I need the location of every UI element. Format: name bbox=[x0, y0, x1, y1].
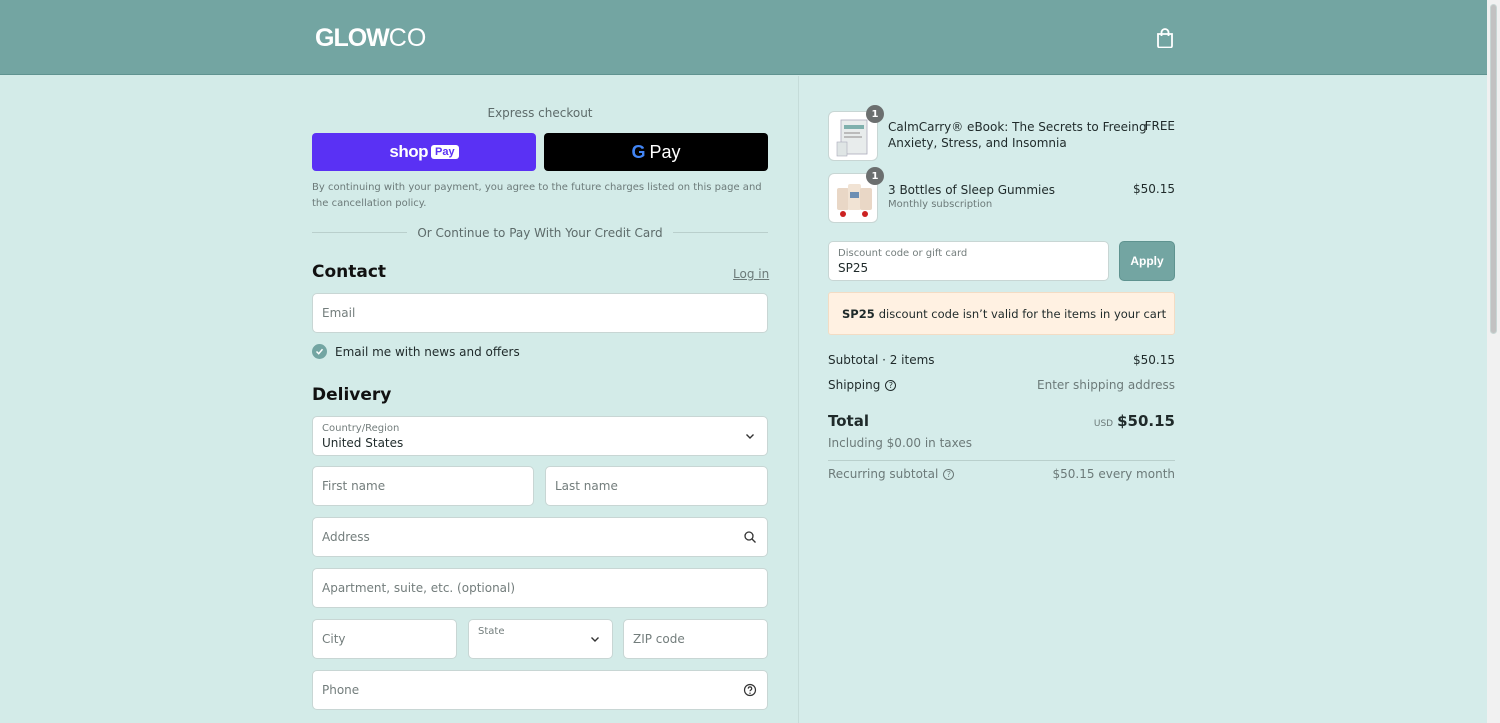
cart-item-gummies: 1 3 Bottles of Sleep Gummies Monthly sub… bbox=[828, 167, 1175, 225]
express-checkout-label: Express checkout bbox=[487, 106, 593, 120]
logo-thin-text: CO bbox=[388, 24, 427, 52]
help-circle-icon[interactable]: ? bbox=[885, 380, 897, 391]
last-name-placeholder: Last name bbox=[555, 479, 618, 493]
item-subtitle: Monthly subscription bbox=[888, 199, 993, 210]
newsletter-checkbox-row[interactable]: Email me with news and offers bbox=[312, 344, 520, 359]
item-name: 3 Bottles of Sleep Gummies bbox=[888, 183, 1055, 197]
first-name-placeholder: First name bbox=[322, 479, 386, 493]
item-price: FREE bbox=[1144, 119, 1175, 133]
quantity-badge: 1 bbox=[866, 167, 884, 185]
last-name-field[interactable]: Last name bbox=[545, 466, 768, 506]
discount-value: SP25 bbox=[838, 261, 869, 275]
page-scrollbar[interactable] bbox=[1487, 0, 1500, 723]
recurring-row: Recurring subtotal? $50.15 every month bbox=[828, 467, 1175, 481]
email-field[interactable]: Email bbox=[312, 293, 768, 333]
discount-label: Discount code or gift card bbox=[838, 248, 968, 259]
city-placeholder: City bbox=[322, 632, 346, 646]
shop-pay-badge: Pay bbox=[431, 145, 459, 159]
error-code: SP25 bbox=[842, 306, 875, 321]
address-field[interactable]: Address bbox=[312, 517, 768, 557]
total-amount-group: USD $50.15 bbox=[1094, 412, 1175, 430]
logo-bold-text: GLOW bbox=[315, 24, 390, 52]
payment-terms-text: By continuing with your payment, you agr… bbox=[312, 182, 762, 209]
address-placeholder: Address bbox=[322, 530, 370, 544]
help-circle-icon[interactable] bbox=[743, 683, 757, 697]
quantity-badge: 1 bbox=[866, 105, 884, 123]
newsletter-checkbox[interactable] bbox=[312, 344, 327, 359]
total-value: $50.15 bbox=[1117, 412, 1175, 430]
subtotal-value: $50.15 bbox=[1133, 353, 1175, 367]
google-g-icon: G bbox=[631, 141, 646, 162]
total-label: Total bbox=[828, 412, 869, 430]
apply-discount-button[interactable]: Apply bbox=[1119, 241, 1175, 281]
help-circle-icon[interactable]: ? bbox=[943, 469, 955, 480]
site-header: GLOWCO bbox=[0, 0, 1487, 75]
country-value: United States bbox=[322, 436, 404, 450]
google-pay-text: Pay bbox=[649, 141, 681, 162]
chevron-down-icon bbox=[746, 434, 754, 439]
subtotal-label: Subtotal · 2 items bbox=[828, 353, 935, 367]
phone-field[interactable]: Phone bbox=[312, 670, 768, 710]
country-label: Country/Region bbox=[322, 423, 400, 434]
contact-heading: Contact bbox=[312, 262, 387, 282]
apartment-placeholder: Apartment, suite, etc. (optional) bbox=[322, 581, 516, 595]
shopping-bag-icon[interactable] bbox=[1156, 28, 1174, 48]
zip-field[interactable]: ZIP code bbox=[623, 619, 768, 659]
discount-code-field[interactable]: Discount code or gift card SP25 bbox=[828, 241, 1109, 281]
scrollbar-thumb[interactable] bbox=[1490, 4, 1497, 334]
summary-divider bbox=[828, 460, 1175, 461]
checkmark-icon bbox=[315, 348, 324, 355]
shipping-value: Enter shipping address bbox=[1037, 378, 1175, 392]
discount-error-message: SP25 discount code isn’t valid for the i… bbox=[828, 292, 1175, 335]
login-link[interactable]: Log in bbox=[733, 267, 769, 281]
city-field[interactable]: City bbox=[312, 619, 457, 659]
item-name-line2: Anxiety, Stress, and Insomnia bbox=[888, 136, 1067, 150]
taxes-note: Including $0.00 in taxes bbox=[828, 436, 973, 450]
divider-label: Or Continue to Pay With Your Credit Card bbox=[407, 226, 673, 240]
item-name-line1: CalmCarry® eBook: The Secrets to Freeing bbox=[888, 120, 1147, 134]
subtotal-row: Subtotal · 2 items $50.15 bbox=[828, 353, 1175, 367]
first-name-field[interactable]: First name bbox=[312, 466, 534, 506]
email-placeholder: Email bbox=[322, 306, 356, 320]
cart-item-ebook: 1 CalmCarry® eBook: The Secrets to Freei… bbox=[828, 105, 1175, 163]
chevron-down-icon bbox=[591, 637, 599, 642]
currency-code: USD bbox=[1093, 419, 1114, 429]
state-select[interactable]: State bbox=[468, 619, 613, 659]
shipping-label: Shipping bbox=[828, 378, 881, 392]
zip-placeholder: ZIP code bbox=[633, 632, 685, 646]
apartment-field[interactable]: Apartment, suite, etc. (optional) bbox=[312, 568, 768, 608]
recurring-label: Recurring subtotal bbox=[828, 467, 939, 481]
total-row: Total USD $50.15 bbox=[828, 412, 1175, 432]
state-label: State bbox=[478, 626, 505, 637]
google-pay-button[interactable]: G Pay bbox=[544, 133, 768, 171]
credit-card-divider: Or Continue to Pay With Your Credit Card bbox=[312, 226, 768, 240]
shop-pay-logo-text: shop bbox=[389, 142, 429, 161]
delivery-heading: Delivery bbox=[312, 385, 392, 405]
error-text: discount code isn’t valid for the items … bbox=[878, 306, 1167, 321]
brand-logo[interactable]: GLOWCO bbox=[315, 24, 426, 53]
shop-pay-button[interactable]: shop Pay bbox=[312, 133, 536, 171]
shipping-row: Shipping? Enter shipping address bbox=[828, 378, 1175, 392]
search-icon bbox=[744, 531, 756, 543]
country-select[interactable]: Country/Region United States bbox=[312, 416, 768, 456]
phone-placeholder: Phone bbox=[322, 683, 360, 697]
recurring-value: $50.15 every month bbox=[1052, 467, 1175, 481]
item-price: $50.15 bbox=[1133, 182, 1175, 196]
newsletter-label: Email me with news and offers bbox=[335, 344, 520, 359]
